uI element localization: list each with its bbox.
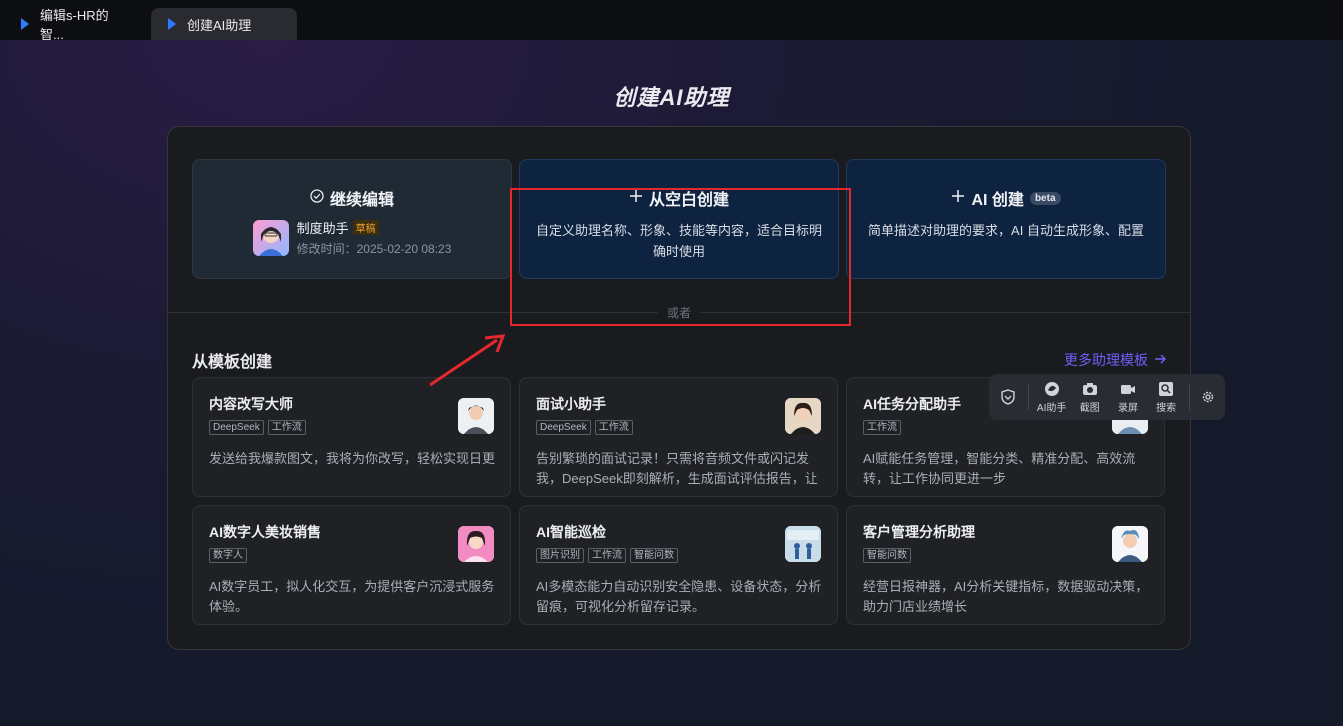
search-icon: [1158, 381, 1174, 399]
card-desc: 告别繁琐的面试记录！只需将音频文件或闪记发我，DeepSeek即刻解析，生成面试…: [536, 451, 818, 486]
search-button[interactable]: 搜索: [1151, 381, 1181, 414]
toolbar-label: 录屏: [1117, 402, 1138, 414]
card-desc: AI数字员工，拟人化交互，为提供客户沉浸式服务体验。: [209, 579, 495, 614]
toolbar-label: 搜索: [1156, 402, 1177, 414]
avatar: [1112, 526, 1148, 562]
avatar: [458, 526, 494, 562]
avatar: [252, 219, 289, 256]
card-title: AI数字人美妆销售: [209, 524, 321, 540]
template-card[interactable]: 客户管理分析助理 智能问数 经营日报神器，AI分析关键指标，数据驱动决策，助力门…: [846, 505, 1165, 625]
avatar: [458, 398, 494, 434]
template-card[interactable]: 面试小助手 DeepSeek 工作流 告别繁琐的面试记录！只需将音频文件或闪记发…: [519, 377, 838, 497]
tab-label: 编辑s-HR的智...: [40, 8, 109, 42]
card-desc: 经营日报神器，AI分析关键指标，数据驱动决策，助力门店业绩增长: [863, 579, 1149, 614]
card-tag: 工作流: [594, 420, 633, 435]
avatar: [785, 398, 821, 434]
create-ai-title: AI 创建: [971, 192, 1024, 209]
create-ai-card[interactable]: AI 创建 beta 简单描述对助理的要求，AI 自动生成形象、配置: [846, 159, 1166, 279]
card-title: 客户管理分析助理: [863, 524, 975, 540]
gear-icon[interactable]: [1198, 390, 1217, 404]
card-title: 内容改写大师: [209, 396, 293, 412]
tab-create-ai[interactable]: 创建AI助理: [151, 8, 297, 40]
card-tag: 智能问数: [863, 548, 911, 563]
browser-tab-bar: 编辑s-HR的智... 创建AI助理: [0, 0, 1343, 42]
annotation-arrow: [429, 334, 506, 387]
draft-badge: 草稿: [352, 220, 379, 235]
shield-icon[interactable]: [997, 388, 1020, 406]
template-card[interactable]: AI智能巡检 图片识别 工作流 智能问数 AI多模态能力自动识别安全隐患、设备状…: [519, 505, 838, 625]
camera-icon: [1082, 381, 1098, 399]
card-desc: AI赋能任务管理，智能分类、精准分配、高效流转，让工作协同更进一步: [863, 451, 1136, 486]
modified-time: 修改时间：2025-02-20 08:23: [296, 242, 452, 256]
highlight-box: [510, 188, 851, 326]
toolbar-label: 截图: [1079, 402, 1100, 414]
continue-edit-title: 继续编辑: [329, 192, 394, 209]
draft-name: 制度助手: [296, 221, 349, 236]
tab-edit-shr[interactable]: 编辑s-HR的智...: [4, 8, 146, 42]
card-desc: 发送给我爆款图文，我将为你改写，轻松实现日更: [209, 451, 496, 466]
template-card[interactable]: AI数字人美妆销售 数字人 AI数字员工，拟人化交互，为提供客户沉浸式服务体验。: [192, 505, 511, 625]
record-button[interactable]: 录屏: [1113, 381, 1143, 414]
toolbar-separator: [1027, 384, 1029, 410]
app-logo-icon: [18, 17, 32, 31]
continue-edit-card[interactable]: 继续编辑 制度助手 草稿 修改时间：2025-02-20 08:23: [192, 159, 512, 279]
floating-toolbar: AI助手 截图 录屏 搜索: [989, 374, 1225, 420]
card-tag: 图片识别: [536, 548, 584, 563]
section-title: 从模板创建: [192, 354, 273, 371]
toolbar-label: AI助手: [1036, 402, 1067, 414]
card-tag: 数字人: [209, 548, 247, 563]
card-desc: AI多模态能力自动识别安全隐患、设备状态，分析留痕，可视化分析留存记录。: [536, 579, 822, 614]
check-circle-icon: [310, 188, 324, 208]
app-logo-icon: [165, 17, 179, 31]
more-templates-label: 更多助理模板: [1064, 352, 1148, 368]
card-tag: 工作流: [588, 548, 626, 563]
tab-label: 创建AI助理: [187, 17, 252, 33]
ai-assistant-button[interactable]: AI助手: [1037, 381, 1067, 414]
page-title: 创建AI助理: [613, 85, 730, 110]
card-title: 面试小助手: [536, 396, 606, 412]
create-ai-desc: 简单描述对助理的要求，AI 自动生成形象、配置: [868, 223, 1144, 238]
screenshot-button[interactable]: 截图: [1075, 381, 1105, 414]
card-tag: DeepSeek: [536, 420, 591, 435]
template-card[interactable]: 内容改写大师 DeepSeek 工作流 发送给我爆款图文，我将为你改写，轻松实现…: [192, 377, 511, 497]
card-tag: 智能问数: [630, 548, 678, 563]
video-icon: [1120, 381, 1136, 399]
card-title: AI智能巡检: [536, 524, 606, 540]
beta-badge: beta: [1029, 191, 1061, 205]
arrow-right-icon: [1154, 352, 1166, 368]
card-tag: DeepSeek: [209, 420, 264, 435]
ai-assistant-icon: [1044, 381, 1060, 399]
avatar: [785, 526, 821, 562]
more-templates-link[interactable]: 更多助理模板: [1064, 350, 1166, 370]
card-tag: 工作流: [863, 420, 901, 435]
plus-icon: [951, 189, 965, 208]
toolbar-separator: [1189, 384, 1191, 410]
card-tag: 工作流: [267, 420, 306, 435]
